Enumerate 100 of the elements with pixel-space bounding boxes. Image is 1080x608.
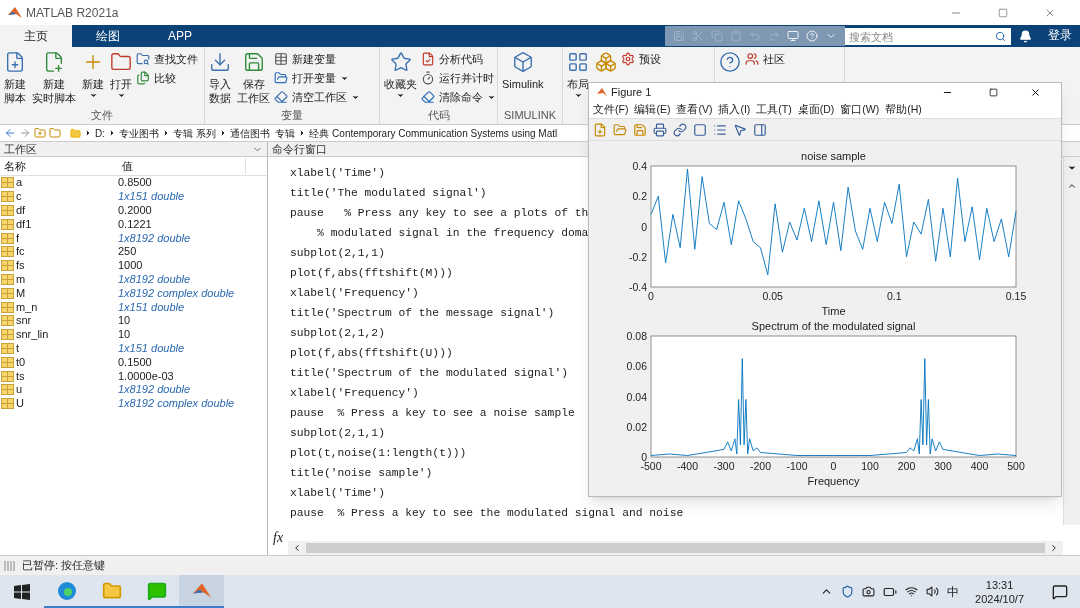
bell-icon[interactable]: [1019, 30, 1032, 43]
breadcrumb-item[interactable]: D:: [95, 125, 105, 141]
toolbar-icon[interactable]: [653, 122, 667, 137]
menu-item[interactable]: 插入(I): [718, 101, 751, 118]
ribbon-button[interactable]: 清空工作区: [274, 89, 360, 105]
shield-icon[interactable]: [841, 585, 855, 598]
ribbon-tab[interactable]: 主页: [0, 25, 72, 47]
ribbon-button[interactable]: 新建 实时脚本: [30, 51, 78, 105]
variable-icon: [1, 315, 14, 327]
login-link[interactable]: 登录: [1040, 26, 1080, 44]
menu-item[interactable]: 桌面(D): [797, 101, 835, 118]
menu-item[interactable]: 帮助(H): [885, 101, 922, 118]
x-tick-label: -400: [677, 460, 698, 472]
variable-value: 1x8192 complex double: [118, 286, 235, 300]
menu-item[interactable]: 文件(F): [593, 101, 629, 118]
scroll-down-icon[interactable]: [1067, 163, 1077, 173]
scroll-right-icon[interactable]: [1049, 543, 1059, 553]
toolbar-icon[interactable]: [713, 122, 727, 137]
y-tick-label: 0.4: [632, 160, 647, 172]
ribbon-button[interactable]: 新建变量: [274, 51, 360, 67]
variable-value: 1x151 double: [118, 341, 185, 355]
toolbar-icon[interactable]: [693, 122, 707, 137]
ribbon-button[interactable]: 查找文件: [136, 51, 198, 67]
toolbar-icon[interactable]: [787, 30, 799, 42]
variable-value: 0.8500: [118, 176, 152, 190]
ribbon-tab[interactable]: 绘图: [72, 25, 144, 47]
menu-item[interactable]: 查看(V): [676, 101, 713, 118]
code-line: title('noise sample'): [290, 466, 433, 481]
column-header[interactable]: 值: [118, 157, 246, 175]
back-icon[interactable]: [4, 127, 16, 139]
windows-start-icon[interactable]: [14, 583, 30, 600]
menu-item[interactable]: 编辑(E): [634, 101, 671, 118]
maximize-icon[interactable]: [989, 87, 998, 97]
x-tick-label: 300: [934, 460, 952, 472]
search-field[interactable]: 搜索文档: [845, 28, 995, 45]
folder-icon: [70, 127, 81, 139]
toolbar-icon[interactable]: [753, 122, 767, 137]
camera-icon[interactable]: [862, 585, 876, 598]
y-tick-label: -0.2: [628, 250, 647, 263]
ribbon-button[interactable]: 比较: [136, 70, 198, 86]
ribbon-button[interactable]: Simulink: [500, 51, 546, 91]
x-axis-label: Time: [821, 305, 846, 317]
column-header[interactable]: 名称: [0, 157, 118, 175]
toolbar-icon[interactable]: [673, 122, 687, 137]
wifi-icon[interactable]: [905, 585, 919, 598]
ribbon-button[interactable]: 打开: [108, 51, 134, 100]
ribbon-icon: [274, 71, 288, 85]
ribbon-icon: [136, 71, 150, 85]
toolbar-icon[interactable]: [593, 122, 607, 137]
toolbar-icon[interactable]: [613, 122, 627, 137]
menu-item[interactable]: 窗口(W): [840, 101, 880, 118]
variable-name: fs: [16, 259, 26, 273]
breadcrumb-item[interactable]: 经典 Contemporary Communication Systems using Matl: [309, 125, 558, 141]
variable-icon: [1, 287, 14, 299]
ribbon-button[interactable]: 预设: [621, 51, 661, 67]
status-text: 已暂停: 按任意键: [22, 558, 106, 574]
ribbon-button[interactable]: 收藏夹: [382, 51, 419, 100]
browse-folder-icon[interactable]: [49, 127, 61, 139]
menu-item[interactable]: 工具(T): [756, 101, 792, 118]
clock-date[interactable]: 2024/10/7: [975, 591, 1024, 606]
x-tick-label: 100: [861, 460, 879, 472]
notification-icon[interactable]: [1052, 583, 1068, 600]
y-tick-label: 0.02: [626, 420, 647, 433]
group-label: 变量: [280, 108, 304, 123]
window-title: MATLAB R2021a: [26, 4, 119, 22]
toolbar-icon[interactable]: [633, 122, 647, 137]
ribbon-button[interactable]: 保存 工作区: [235, 51, 272, 105]
breadcrumb-item[interactable]: 专业图书: [119, 125, 159, 141]
ribbon-icon: [43, 51, 65, 73]
clock-time[interactable]: 13:31: [985, 577, 1014, 592]
ribbon-button[interactable]: 打开变量: [274, 70, 360, 86]
forward-icon[interactable]: [19, 127, 31, 139]
breadcrumb-item[interactable]: 专辑 系列: [173, 125, 216, 141]
ribbon-icon: [110, 51, 132, 73]
ribbon-button[interactable]: 布局: [565, 51, 591, 100]
ribbon-button[interactable]: 运行并计时: [421, 70, 496, 86]
ribbon-button[interactable]: 新建 脚本: [2, 51, 28, 105]
horizontal-scrollbar[interactable]: [288, 541, 1063, 555]
variable-value: 1x8192 double: [118, 272, 191, 286]
breadcrumb-item[interactable]: 通信图书 专辑: [229, 125, 296, 141]
scroll-up-icon[interactable]: [1067, 181, 1077, 191]
close-icon[interactable]: [1030, 86, 1041, 98]
ribbon-button[interactable]: 清除命令: [421, 89, 496, 105]
y-tick-label: 0: [641, 220, 647, 233]
ribbon-tab[interactable]: APP: [144, 25, 216, 47]
taskbar-app[interactable]: [179, 575, 224, 608]
ribbon-button[interactable]: 导入 数据: [207, 51, 233, 105]
ribbon-button[interactable]: 社区: [745, 51, 785, 67]
variable-icon: [1, 370, 14, 382]
input-method[interactable]: 中: [947, 582, 960, 601]
x-tick-label: -200: [750, 460, 771, 472]
code-line: title('Spectrum of the modulated signal'): [290, 366, 568, 381]
volume-icon[interactable]: [926, 585, 940, 598]
ribbon-icon: [4, 51, 26, 73]
toolbar-icon[interactable]: [733, 122, 747, 137]
ribbon-button[interactable]: 新建: [80, 51, 106, 100]
ribbon-button[interactable]: 分析代码: [421, 51, 496, 67]
up-folder-icon[interactable]: [34, 127, 46, 139]
variable-value: 0.1500: [118, 355, 152, 369]
variable-value: 0.2000: [118, 204, 152, 217]
